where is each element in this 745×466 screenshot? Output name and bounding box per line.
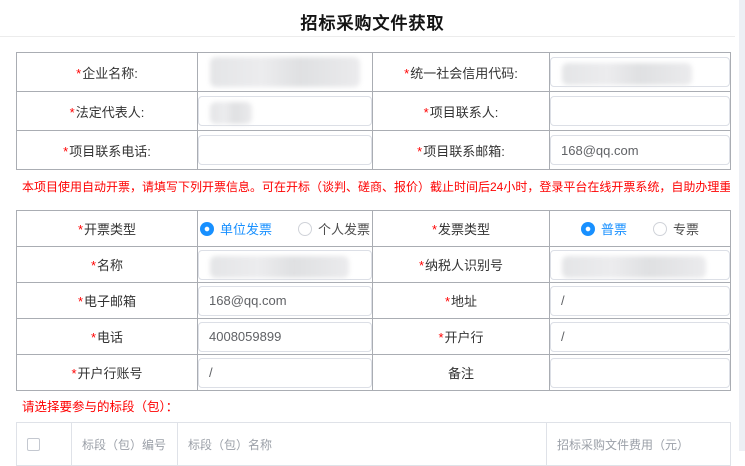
bank-account-label: *开户行账号 — [17, 355, 198, 391]
invoice-issue-type-label: *开票类型 — [17, 211, 198, 247]
company-name-label: *企业名称: — [17, 53, 198, 92]
radio-checked-icon — [200, 222, 214, 236]
invoice-issue-type-radio-group: 单位发票 个人发票 — [198, 219, 372, 238]
required-mark: * — [70, 105, 75, 120]
radio-checked-icon — [581, 222, 595, 236]
required-mark: * — [419, 258, 424, 273]
radio-option-special-invoice[interactable]: 专票 — [653, 219, 699, 238]
company-name-redacted-value — [210, 57, 360, 87]
invoice-email-value-cell — [198, 283, 373, 319]
credit-code-value-cell — [550, 53, 731, 92]
section-number-header: 标段（包）编号 — [72, 423, 178, 466]
radio-unchecked-icon — [298, 222, 312, 236]
required-mark: * — [91, 330, 96, 345]
form-content: *企业名称: *统一社会信用代码: *法定代表人: — [0, 52, 745, 466]
bank-account-input[interactable] — [198, 358, 372, 388]
phone-label: *电话 — [17, 319, 198, 355]
auto-invoice-notice: 本项目使用自动开票，请填写下列开票信息。可在开标（谈判、磋商、报价）截止时间后2… — [22, 180, 730, 195]
table-row: *企业名称: *统一社会信用代码: — [17, 53, 731, 92]
invoice-email-input[interactable] — [198, 286, 372, 316]
invoice-category-radio-group: 普票 专票 — [550, 219, 730, 238]
title-divider — [0, 36, 735, 37]
project-email-value-cell — [550, 131, 731, 170]
scrollbar-track[interactable] — [739, 0, 745, 451]
required-mark: * — [417, 144, 422, 159]
required-mark: * — [91, 258, 96, 273]
credit-code-label: *统一社会信用代码: — [373, 53, 550, 92]
invoice-name-value-cell — [198, 247, 373, 283]
project-email-input[interactable] — [550, 135, 730, 165]
bank-label: *开户行 — [373, 319, 550, 355]
project-phone-label: *项目联系电话: — [17, 131, 198, 170]
required-mark: * — [404, 66, 409, 81]
invoice-issue-type-cell: 单位发票 个人发票 — [198, 211, 373, 247]
remark-label: 备注 — [373, 355, 550, 391]
table-row: *法定代表人: *项目联系人: — [17, 92, 731, 131]
project-contact-value-cell — [550, 92, 731, 131]
project-contact-input[interactable] — [550, 96, 730, 126]
select-section-notice: 请选择要参与的标段（包）： — [22, 400, 730, 415]
bank-value-cell — [550, 319, 731, 355]
required-mark: * — [63, 144, 68, 159]
legal-representative-redacted-value — [210, 102, 252, 124]
legal-representative-value-cell — [198, 92, 373, 131]
table-row: *项目联系电话: *项目联系邮箱: — [17, 131, 731, 170]
table-row: *电子邮箱 *地址 — [17, 283, 731, 319]
project-contact-label: *项目联系人: — [373, 92, 550, 131]
invoice-email-label: *电子邮箱 — [17, 283, 198, 319]
required-mark: * — [432, 222, 437, 237]
radio-unchecked-icon — [653, 222, 667, 236]
required-mark: * — [78, 222, 83, 237]
radio-option-personal-invoice[interactable]: 个人发票 — [298, 219, 370, 238]
address-value-cell — [550, 283, 731, 319]
phone-value-cell — [198, 319, 373, 355]
taxpayer-id-label: *纳税人识别号 — [373, 247, 550, 283]
select-all-checkbox[interactable] — [27, 438, 40, 451]
credit-code-redacted-value — [562, 63, 692, 85]
table-row: *名称 *纳税人识别号 — [17, 247, 731, 283]
project-phone-value-cell — [198, 131, 373, 170]
section-list-table: 标段（包）编号 标段（包）名称 招标采购文件费用（元） — [16, 422, 731, 466]
remark-input[interactable] — [550, 358, 730, 388]
required-mark: * — [71, 366, 76, 381]
bank-input[interactable] — [550, 322, 730, 352]
project-email-label: *项目联系邮箱: — [373, 131, 550, 170]
invoice-category-cell: 普票 专票 — [550, 211, 731, 247]
table-row: *电话 *开户行 — [17, 319, 731, 355]
bank-account-value-cell — [198, 355, 373, 391]
invoice-name-label: *名称 — [17, 247, 198, 283]
project-phone-input[interactable] — [198, 135, 372, 165]
company-name-value-cell — [198, 53, 373, 92]
address-input[interactable] — [550, 286, 730, 316]
company-info-table: *企业名称: *统一社会信用代码: *法定代表人: — [16, 52, 731, 170]
taxpayer-id-redacted-value — [562, 256, 706, 278]
legal-representative-label: *法定代表人: — [17, 92, 198, 131]
required-mark: * — [78, 294, 83, 309]
invoice-info-table: *开票类型 单位发票 个人发票 *发票类型 — [16, 210, 731, 391]
required-mark: * — [445, 294, 450, 309]
table-row: *开户行账号 备注 — [17, 355, 731, 391]
address-label: *地址 — [373, 283, 550, 319]
section-name-header: 标段（包）名称 — [178, 423, 547, 466]
remark-value-cell — [550, 355, 731, 391]
table-row: *开票类型 单位发票 个人发票 *发票类型 — [17, 211, 731, 247]
required-mark: * — [76, 66, 81, 81]
radio-option-general-invoice[interactable]: 普票 — [581, 219, 627, 238]
phone-input[interactable] — [198, 322, 372, 352]
page-title: 招标采购文件获取 — [0, 0, 745, 36]
select-all-cell — [17, 423, 72, 466]
required-mark: * — [438, 330, 443, 345]
bid-document-form-page: 招标采购文件获取 *企业名称: *统一社会信用代码: — [0, 0, 745, 451]
taxpayer-id-value-cell — [550, 247, 731, 283]
required-mark: * — [424, 105, 429, 120]
invoice-name-redacted-value — [210, 256, 349, 278]
document-fee-header: 招标采购文件费用（元） — [547, 423, 731, 466]
radio-option-unit-invoice[interactable]: 单位发票 — [200, 219, 272, 238]
invoice-category-label: *发票类型 — [373, 211, 550, 247]
section-table-header-row: 标段（包）编号 标段（包）名称 招标采购文件费用（元） — [17, 423, 731, 466]
